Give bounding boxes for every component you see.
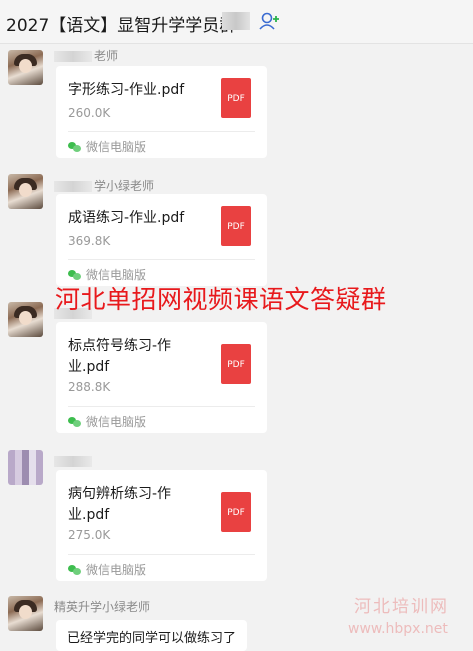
pdf-file-icon: PDF (221, 206, 251, 246)
file-card[interactable]: 病句辨析练习-作业.pdf 275.0K PDF 微信电脑版 (56, 470, 267, 581)
pdf-file-icon: PDF (221, 78, 251, 118)
sender-name (54, 454, 94, 468)
sender-name: 精英升学小绿老师 (54, 600, 151, 614)
file-source: 微信电脑版 (68, 413, 146, 430)
wechat-icon (68, 417, 81, 427)
divider (68, 131, 255, 132)
watermark-url: www.hbpx.net (348, 621, 448, 637)
wechat-icon (68, 142, 81, 152)
avatar[interactable] (8, 302, 43, 337)
wechat-icon (68, 565, 81, 575)
title-blurred-text (222, 12, 250, 30)
file-name: 字形练习-作业.pdf (68, 82, 185, 98)
pdf-file-icon: PDF (221, 492, 251, 532)
file-size: 369.8K (68, 234, 111, 248)
file-card[interactable]: 成语练习-作业.pdf 369.8K PDF 微信电脑版 (56, 194, 267, 286)
sender-name: 学小绿老师 (54, 177, 154, 194)
wechat-icon (68, 270, 81, 280)
avatar[interactable] (8, 450, 43, 485)
overlay-caption: 河北单招网视频课语文答疑群 (55, 285, 387, 314)
file-name: 标点符号练习-作业.pdf (68, 338, 172, 375)
file-size: 288.8K (68, 380, 111, 394)
divider (68, 259, 255, 260)
file-card[interactable]: 标点符号练习-作业.pdf 288.8K PDF 微信电脑版 (56, 322, 267, 433)
file-name: 病句辨析练习-作业.pdf (68, 486, 172, 523)
file-source: 微信电脑版 (68, 138, 146, 155)
avatar[interactable] (8, 174, 43, 209)
file-card[interactable]: 字形练习-作业.pdf 260.0K PDF 微信电脑版 (56, 66, 267, 158)
file-source: 微信电脑版 (68, 561, 146, 578)
avatar[interactable] (8, 50, 43, 85)
file-name: 成语练习-作业.pdf (68, 210, 185, 226)
text-message[interactable]: 已经学完的同学可以做练习了 (56, 620, 248, 651)
sender-name: 老师 (54, 47, 118, 64)
file-size: 260.0K (68, 106, 111, 120)
divider (68, 406, 255, 407)
add-member-icon[interactable] (258, 10, 280, 32)
chat-header: 2027【语文】显智升学学员群 (0, 0, 473, 44)
watermark-title: 河北培训网 (354, 597, 449, 617)
file-size: 275.0K (68, 528, 111, 542)
pdf-file-icon: PDF (221, 344, 251, 384)
divider (68, 554, 255, 555)
avatar[interactable] (8, 596, 43, 631)
chat-title: 2027【语文】显智升学学员群 (6, 16, 237, 36)
